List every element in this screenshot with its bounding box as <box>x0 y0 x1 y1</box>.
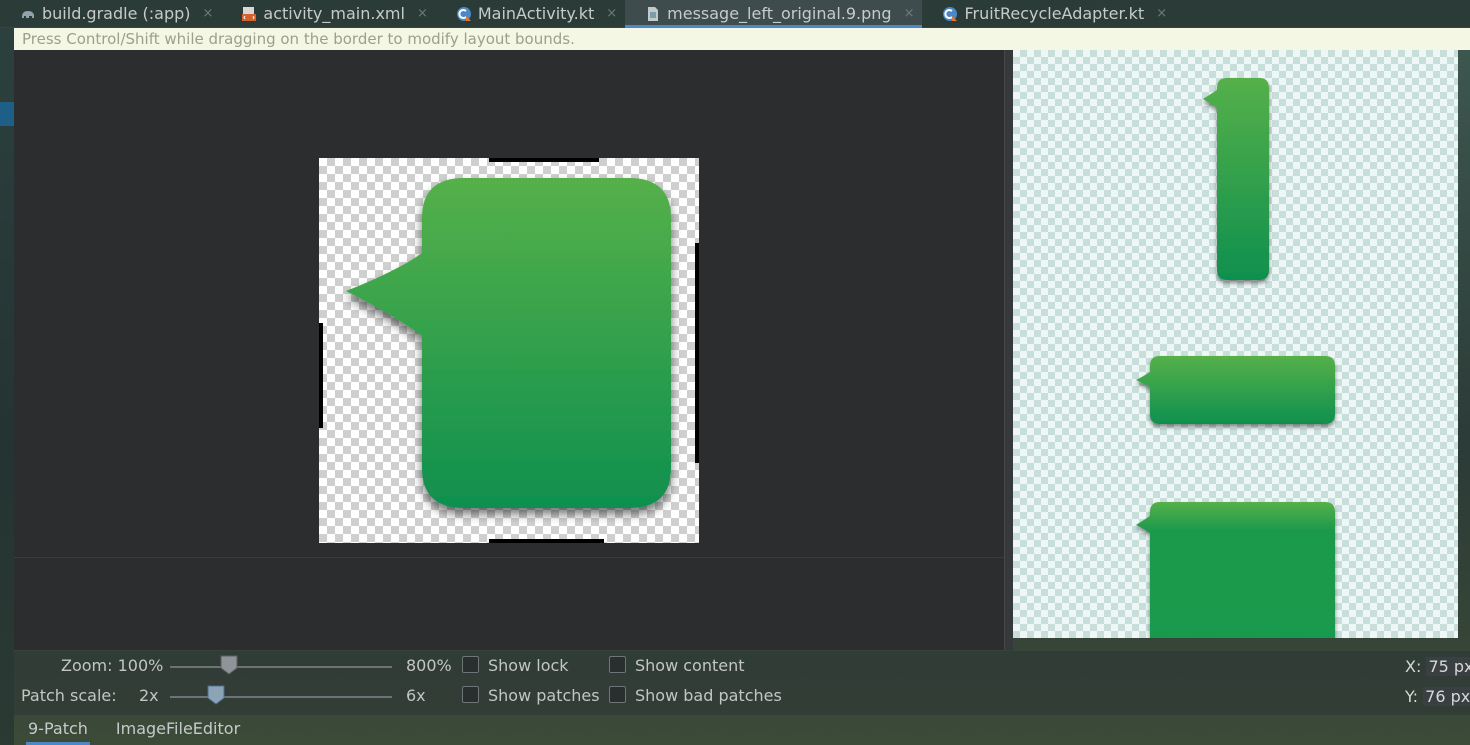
tab-9-patch[interactable]: 9-Patch <box>14 715 102 745</box>
tab-message-left-9png[interactable]: message_left_original.9.png × <box>625 0 923 28</box>
ninepatch-image[interactable] <box>319 158 699 543</box>
tab-activity-main-xml[interactable]: activity_main.xml × <box>221 0 435 27</box>
tab-label: activity_main.xml <box>263 4 405 23</box>
zoom-max-label: 800% <box>406 656 452 675</box>
show-bad-patches-label[interactable]: Show bad patches <box>635 686 782 705</box>
tab-build-gradle[interactable]: build.gradle (:app) × <box>0 0 221 27</box>
tab-label: FruitRecycleAdapter.kt <box>964 4 1145 23</box>
divider <box>14 557 1004 558</box>
tab-label: MainActivity.kt <box>477 4 595 23</box>
patch-scale-slider-thumb[interactable] <box>207 685 225 705</box>
content-marker-right[interactable] <box>695 243 699 463</box>
close-icon[interactable]: × <box>1156 6 1167 21</box>
image-file-icon <box>648 6 659 21</box>
close-icon[interactable]: × <box>417 6 428 21</box>
stretch-marker-top[interactable] <box>489 158 599 162</box>
x-coordinate-readout: X: 75 px <box>1405 657 1470 676</box>
kotlin-class-icon <box>456 6 471 21</box>
editor-tab-bar: build.gradle (:app) × activity_main.xml … <box>0 0 1470 28</box>
tab-main-activity[interactable]: MainActivity.kt × <box>436 0 625 27</box>
tab-fruit-recycle-adapter[interactable]: FruitRecycleAdapter.kt × <box>922 0 1175 27</box>
tab-image-file-editor[interactable]: ImageFileEditor <box>102 715 254 745</box>
x-value: 75 px <box>1426 657 1470 676</box>
show-content-checkbox[interactable] <box>609 656 626 673</box>
zoom-label: Zoom: 100% <box>61 656 164 675</box>
tab-label: message_left_original.9.png <box>667 4 892 23</box>
speech-bubble-image <box>346 178 671 508</box>
x-label: X: <box>1405 657 1422 676</box>
stretch-preview-panel <box>1013 50 1458 638</box>
close-icon[interactable]: × <box>904 6 915 21</box>
tool-window-marker[interactable] <box>0 102 14 126</box>
y-label: Y: <box>1405 687 1419 706</box>
patch-scale-label: Patch scale: <box>21 686 117 705</box>
close-icon[interactable]: × <box>203 6 214 21</box>
show-content-label[interactable]: Show content <box>635 656 745 675</box>
show-patches-label[interactable]: Show patches <box>488 686 600 705</box>
patch-scale-max-label: 6x <box>406 686 426 705</box>
y-coordinate-readout: Y: 76 px <box>1405 687 1470 706</box>
xml-layout-file-icon <box>242 6 257 21</box>
content-marker-bottom[interactable] <box>489 539 604 543</box>
ninepatch-controls: Zoom: 100% 800% Patch scale: 2x 6x Show … <box>14 651 1470 715</box>
show-lock-checkbox[interactable] <box>462 656 479 673</box>
patch-scale-slider[interactable] <box>170 696 392 698</box>
ninepatch-editor-canvas[interactable] <box>14 50 1004 650</box>
tab-label: build.gradle (:app) <box>42 4 191 23</box>
show-patches-checkbox[interactable] <box>462 686 479 703</box>
close-icon[interactable]: × <box>606 6 617 21</box>
splitter-handle[interactable] <box>1004 50 1013 650</box>
kotlin-class-icon <box>943 6 958 21</box>
show-bad-patches-checkbox[interactable] <box>609 686 626 703</box>
hint-bar: Press Control/Shift while dragging on th… <box>14 28 1470 50</box>
left-tool-strip <box>0 28 14 745</box>
zoom-slider[interactable] <box>170 666 392 668</box>
show-lock-label[interactable]: Show lock <box>488 656 569 675</box>
y-value: 76 px <box>1423 687 1470 706</box>
stretch-marker-left[interactable] <box>319 323 323 428</box>
zoom-slider-thumb[interactable] <box>220 655 238 675</box>
editor-mode-tabs: 9-Patch ImageFileEditor <box>14 715 1470 745</box>
stretched-bubble-previews <box>1136 78 1335 638</box>
gradle-elephant-icon <box>22 10 34 18</box>
patch-scale-min-label: 2x <box>139 686 159 705</box>
